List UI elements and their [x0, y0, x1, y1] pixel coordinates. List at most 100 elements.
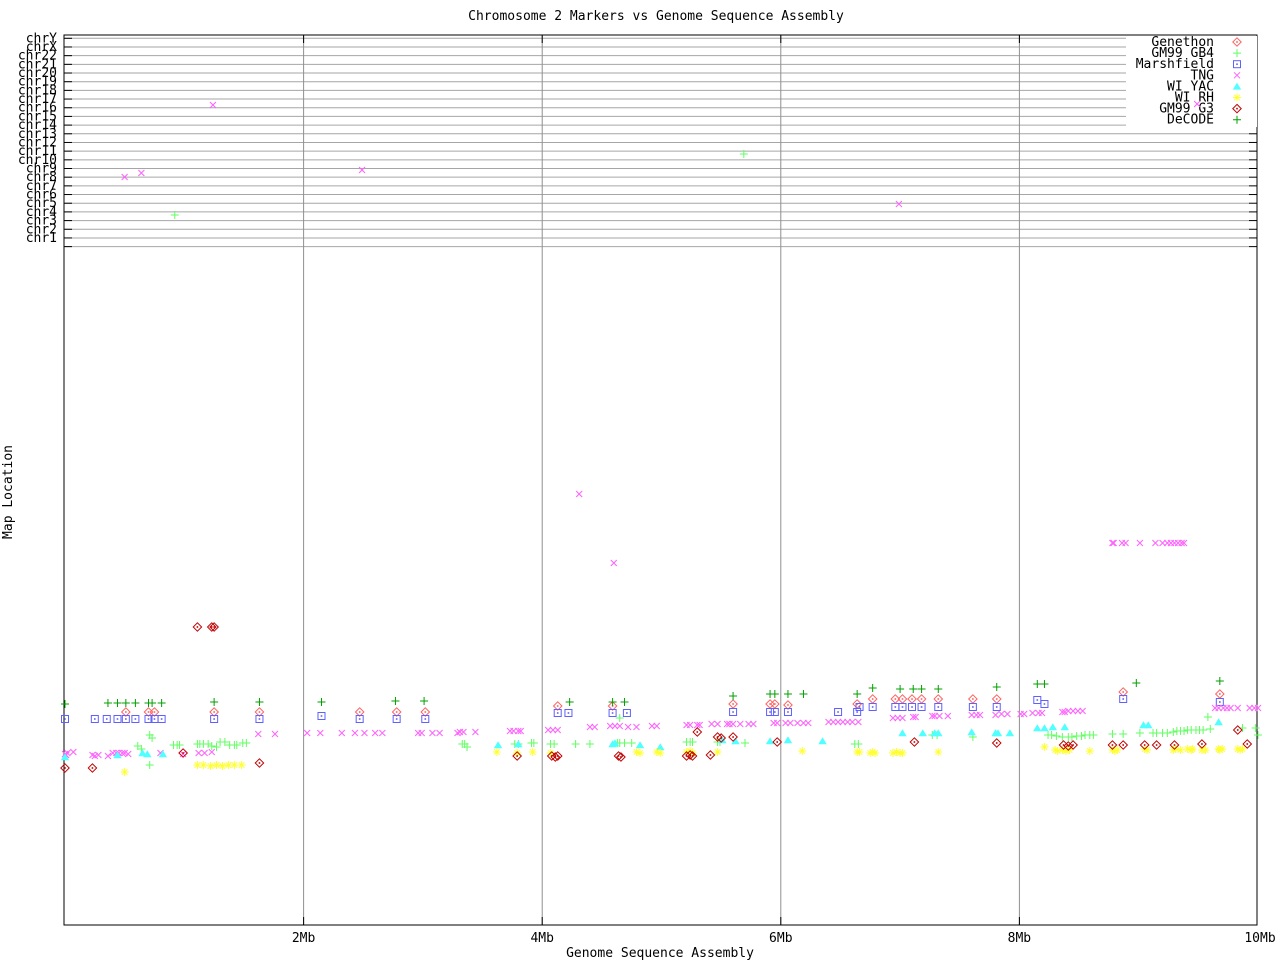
data-point	[1206, 725, 1214, 733]
plus-glyph	[1089, 731, 1097, 739]
data-point	[494, 741, 502, 748]
diamond-dot	[872, 698, 874, 700]
data-point	[854, 740, 862, 748]
diamond-dot	[937, 698, 939, 700]
diamond-dot	[774, 703, 776, 705]
diamond-dot	[1246, 743, 1248, 745]
diamond-dot	[710, 754, 712, 756]
grid-layer	[65, 35, 1249, 925]
cross-glyph	[1004, 711, 1010, 717]
data-point	[131, 699, 139, 707]
cross-glyph	[633, 724, 639, 730]
data-point	[616, 714, 624, 722]
data-point	[896, 685, 904, 693]
triangle-glyph	[1049, 723, 1057, 730]
diamond-dot	[921, 698, 923, 700]
series-decode	[61, 677, 1224, 708]
square-dot	[148, 718, 150, 720]
data-point	[767, 709, 774, 716]
data-point	[805, 720, 811, 726]
data-point	[774, 720, 780, 726]
plus-glyph	[993, 683, 1001, 691]
triangle-glyph	[494, 741, 502, 748]
plus-glyph	[909, 685, 917, 693]
cross-glyph	[1030, 710, 1036, 716]
triangle-glyph	[898, 729, 906, 736]
triangle-glyph	[1061, 723, 1069, 730]
cross-glyph	[210, 102, 216, 108]
data-point	[633, 724, 639, 730]
diamond-dot	[125, 711, 127, 713]
cross-glyph	[855, 719, 861, 725]
square-dot	[612, 712, 614, 714]
data-point	[896, 201, 902, 207]
cross-glyph	[1255, 705, 1261, 711]
data-point	[113, 699, 121, 707]
data-point	[628, 739, 636, 747]
data-point	[361, 730, 367, 736]
data-point	[1108, 730, 1116, 738]
data-point	[750, 721, 756, 727]
diamond-dot	[787, 704, 789, 706]
star-glyph	[1086, 747, 1094, 755]
data-point	[1033, 680, 1041, 688]
data-point	[625, 724, 631, 730]
diamond-dot	[259, 711, 261, 713]
data-point	[1040, 724, 1048, 731]
diamond-dot	[92, 767, 94, 769]
data-point	[798, 747, 806, 755]
data-point	[138, 170, 144, 176]
data-point	[150, 708, 158, 716]
triangle-glyph	[636, 741, 644, 748]
diamond-dot	[720, 737, 722, 739]
cross-glyph	[352, 730, 358, 736]
data-point	[898, 749, 906, 757]
square-dot	[1122, 698, 1124, 700]
star-glyph	[636, 749, 644, 757]
triangle-glyph	[766, 737, 774, 744]
data-point	[1041, 701, 1048, 708]
data-point	[617, 723, 623, 729]
plus-glyph	[242, 739, 250, 747]
data-point	[693, 728, 701, 736]
plus-glyph	[1204, 713, 1212, 721]
data-point	[784, 701, 792, 709]
star-glyph	[529, 748, 537, 756]
data-point	[849, 719, 855, 725]
plus-glyph	[771, 690, 779, 698]
triangle-glyph	[1006, 729, 1014, 736]
star-glyph	[213, 761, 221, 769]
data-point	[993, 683, 1001, 691]
data-point	[871, 749, 879, 757]
cross-glyph	[1123, 540, 1129, 546]
data-point	[993, 704, 1000, 711]
data-point	[255, 759, 263, 767]
triangle-glyph	[1214, 718, 1222, 725]
cross-glyph	[849, 719, 855, 725]
plus-glyph	[550, 740, 558, 748]
data-point	[1021, 711, 1027, 717]
data-point	[304, 730, 310, 736]
plus-glyph	[204, 740, 212, 748]
data-point	[202, 750, 208, 756]
square-dot	[161, 718, 163, 720]
data-point	[856, 748, 864, 756]
plus-glyph	[104, 699, 112, 707]
data-point	[1111, 540, 1117, 546]
data-point	[1188, 745, 1196, 753]
data-point	[899, 704, 906, 711]
plus-glyph	[1068, 733, 1076, 741]
data-point	[766, 737, 774, 744]
data-point	[70, 749, 76, 755]
plus-glyph	[741, 739, 749, 747]
series-wi-rh	[121, 743, 1247, 776]
plus-glyph	[616, 714, 624, 722]
diamond-dot	[1072, 744, 1074, 746]
square-dot	[64, 718, 66, 720]
cross-glyph	[993, 712, 999, 718]
plus-glyph	[255, 698, 263, 706]
cross-glyph	[70, 749, 76, 755]
square-dot	[94, 718, 96, 720]
square-dot	[1044, 703, 1046, 705]
square-dot	[769, 711, 771, 713]
